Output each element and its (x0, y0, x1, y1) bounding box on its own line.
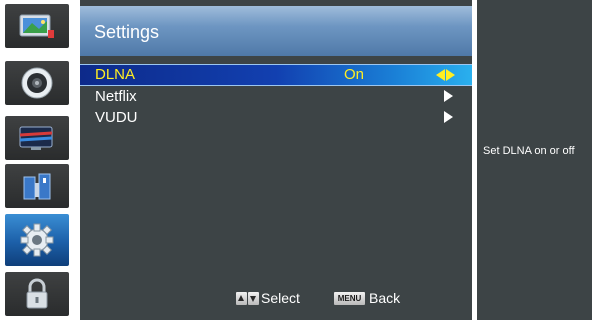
category-rail (0, 0, 74, 320)
settings-header: Settings (80, 6, 472, 56)
back-hint-label: Back (369, 290, 401, 306)
menu-item-dlna[interactable]: DLNA On (80, 64, 472, 86)
menu-item-label: Netflix (95, 88, 137, 105)
settings-panel: Settings DLNA On Netflix VUDU Select MEN… (80, 0, 472, 320)
parental-icon (23, 173, 51, 200)
menu-item-label: VUDU (95, 109, 138, 126)
up-arrow-key-icon (236, 292, 247, 305)
picture-icon (19, 14, 54, 38)
lock-icon (26, 278, 48, 309)
parental-category-button[interactable] (5, 164, 69, 208)
chevron-right-icon (444, 111, 453, 123)
left-right-arrows-icon[interactable] (436, 69, 458, 81)
lock-category-button[interactable] (5, 272, 69, 316)
select-hint-label: Select (261, 290, 300, 306)
tv-osd-screen: Settings DLNA On Netflix VUDU Select MEN… (0, 0, 592, 320)
tv-icon (19, 126, 53, 150)
menu-key-icon: MENU (334, 292, 365, 305)
tv-category-button[interactable] (5, 116, 69, 160)
picture-category-button[interactable] (5, 4, 69, 48)
audio-category-button[interactable] (5, 61, 69, 105)
settings-category-button[interactable] (5, 214, 69, 266)
menu-item-netflix[interactable]: Netflix (80, 86, 472, 107)
page-title: Settings (94, 22, 160, 42)
navigation-hint-bar: Select MENU Back (80, 288, 472, 312)
down-arrow-key-icon (248, 292, 259, 305)
audio-icon (21, 67, 53, 99)
chevron-right-icon (444, 90, 453, 102)
settings-gear-icon (20, 223, 54, 257)
help-text: Set DLNA on or off (483, 145, 575, 157)
menu-item-vudu[interactable]: VUDU (80, 107, 472, 128)
menu-item-label: DLNA (95, 66, 136, 83)
menu-item-value: On (344, 66, 365, 83)
help-panel: Set DLNA on or off (477, 0, 592, 320)
settings-menu-list: DLNA On Netflix VUDU (80, 64, 472, 128)
